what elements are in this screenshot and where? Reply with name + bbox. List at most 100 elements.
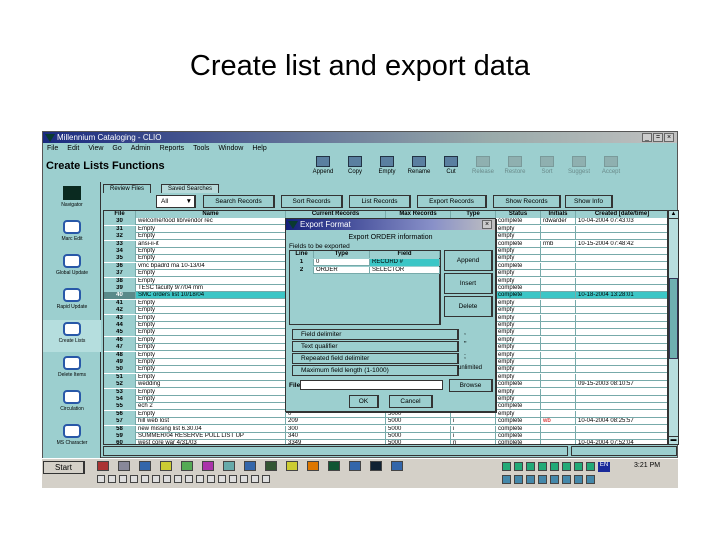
tray-icon[interactable] (586, 475, 595, 484)
column-header-name[interactable]: Name (136, 211, 286, 218)
menu-file[interactable]: File (47, 145, 58, 152)
tray-icon[interactable] (538, 475, 547, 484)
ok-button[interactable]: OK (349, 395, 379, 408)
export-records-button[interactable]: Export Records (417, 195, 487, 208)
scroll-down-icon[interactable]: ▬ (669, 436, 678, 444)
quicklaunch-icon[interactable] (152, 475, 160, 483)
quicklaunch-icon[interactable] (262, 475, 270, 483)
column-header-status[interactable]: Status (496, 211, 541, 218)
scroll-thumb[interactable] (669, 278, 678, 359)
quicklaunch-icon[interactable] (141, 475, 149, 483)
column-header-max-records[interactable]: Max Records (386, 211, 451, 218)
column-header-file[interactable]: File (104, 211, 136, 218)
table-row[interactable]: 57 hill web lost 209 5000 i complete wb 10-04-2… (104, 418, 667, 426)
close-button[interactable]: × (664, 133, 674, 142)
cancel-button[interactable]: Cancel (389, 395, 433, 408)
taskbar-app-icon[interactable] (139, 461, 151, 471)
menu-go[interactable]: Go (112, 145, 121, 152)
insert-field-button[interactable]: Insert (444, 273, 493, 294)
search-records-button[interactable]: Search Records (203, 195, 275, 208)
field-row[interactable]: 1 0 RECORD # (290, 259, 440, 267)
menu-edit[interactable]: Edit (67, 145, 79, 152)
toolbar-suggest-button[interactable]: Suggest (564, 154, 594, 178)
quicklaunch-icon[interactable] (218, 475, 226, 483)
tray-icon[interactable] (526, 462, 535, 471)
taskbar-app-icon[interactable] (97, 461, 109, 471)
menu-help[interactable]: Help (252, 145, 266, 152)
taskbar-app-icon[interactable] (244, 461, 256, 471)
quicklaunch-icon[interactable] (251, 475, 259, 483)
taskbar-app-icon[interactable] (286, 461, 298, 471)
toolbar-append-button[interactable]: Append (308, 154, 338, 178)
taskbar-app-icon[interactable] (328, 461, 340, 471)
toolbar-accept-button[interactable]: Accept (596, 154, 626, 178)
maximum-field-length-1-1000-button[interactable]: Maximum field length (1-1000) (292, 365, 459, 376)
maximize-button[interactable]: = (653, 133, 663, 142)
scroll-up-icon[interactable]: ▲ (669, 211, 678, 219)
append-field-button[interactable]: Append (444, 250, 493, 271)
taskbar-app-icon[interactable] (265, 461, 277, 471)
field-cell-type[interactable]: ORDER (314, 267, 370, 274)
text-qualifier-button[interactable]: Text qualifier (292, 341, 459, 352)
browse-button[interactable]: Browse (449, 379, 493, 392)
tray-icon[interactable] (574, 475, 583, 484)
menu-view[interactable]: View (88, 145, 103, 152)
quicklaunch-icon[interactable] (174, 475, 182, 483)
sidebar-item-ms-character[interactable]: MS Character (43, 422, 101, 454)
tab-saved-searches[interactable]: Saved Searches (161, 184, 220, 193)
show-info-button[interactable]: Show Info (565, 195, 613, 208)
tray-icon[interactable] (562, 462, 571, 471)
tray-icon[interactable] (502, 475, 511, 484)
field-cell-field[interactable]: RECORD # (370, 259, 440, 266)
taskbar-app-icon[interactable] (118, 461, 130, 471)
taskbar-app-icon[interactable] (370, 461, 382, 471)
quicklaunch-icon[interactable] (229, 475, 237, 483)
menu-window[interactable]: Window (218, 145, 243, 152)
tray-icon[interactable] (514, 462, 523, 471)
quicklaunch-icon[interactable] (207, 475, 215, 483)
window-titlebar[interactable]: Millennium Cataloging - CLIO (43, 132, 677, 143)
column-header-current-records[interactable]: Current Records (286, 211, 386, 218)
field-cell-type[interactable]: 0 (314, 259, 370, 266)
sidebar-item-global-update[interactable]: Global Update (43, 252, 101, 284)
sidebar-item-create-lists[interactable]: Create Lists (43, 320, 101, 352)
delete-field-button[interactable]: Delete (444, 296, 493, 317)
toolbar-cut-button[interactable]: Cut (436, 154, 466, 178)
taskbar-app-icon[interactable] (160, 461, 172, 471)
toolbar-empty-button[interactable]: Empty (372, 154, 402, 178)
tray-icon[interactable] (574, 462, 583, 471)
toolbar-release-button[interactable]: Release (468, 154, 498, 178)
taskbar-app-icon[interactable] (349, 461, 361, 471)
quicklaunch-icon[interactable] (97, 475, 105, 483)
show-records-button[interactable]: Show Records (493, 195, 561, 208)
filter-dropdown[interactable]: All ▼ (156, 195, 196, 208)
repeated-field-delimiter-button[interactable]: Repeated field delimiter (292, 353, 459, 364)
minimize-button[interactable]: _ (642, 133, 652, 142)
sidebar-item-delete-items[interactable]: Delete Items (43, 354, 101, 386)
table-row[interactable]: 58 new missing list 6.30.04 300 5000 i comple… (104, 425, 667, 433)
list-records-button[interactable]: List Records (349, 195, 411, 208)
toolbar-copy-button[interactable]: Copy (340, 154, 370, 178)
sort-records-button[interactable]: Sort Records (281, 195, 343, 208)
taskbar-app-icon[interactable] (202, 461, 214, 471)
column-header-initials[interactable]: Initials (541, 211, 576, 218)
field-delimiter-button[interactable]: Field delimiter (292, 329, 459, 340)
field-cell-field[interactable]: SELECTOR (370, 267, 440, 274)
field-row[interactable]: 2 ORDER SELECTOR (290, 267, 440, 275)
toolbar-rename-button[interactable]: Rename (404, 154, 434, 178)
tray-icon[interactable] (502, 462, 511, 471)
tray-icon[interactable] (562, 475, 571, 484)
tray-icon[interactable] (538, 462, 547, 471)
quicklaunch-icon[interactable] (108, 475, 116, 483)
quicklaunch-icon[interactable] (240, 475, 248, 483)
menu-reports[interactable]: Reports (160, 145, 185, 152)
sidebar-item-rapid-update[interactable]: Rapid Update (43, 286, 101, 318)
quicklaunch-icon[interactable] (163, 475, 171, 483)
dialog-titlebar[interactable]: Export Format (286, 219, 495, 230)
taskbar-app-icon[interactable] (307, 461, 319, 471)
column-header-created-date-time[interactable]: Created [date/time] (576, 211, 667, 218)
toolbar-restore-button[interactable]: Restore (500, 154, 530, 178)
quicklaunch-icon[interactable] (196, 475, 204, 483)
menu-tools[interactable]: Tools (193, 145, 209, 152)
sidebar-item-navigator[interactable]: Navigator (43, 184, 101, 216)
